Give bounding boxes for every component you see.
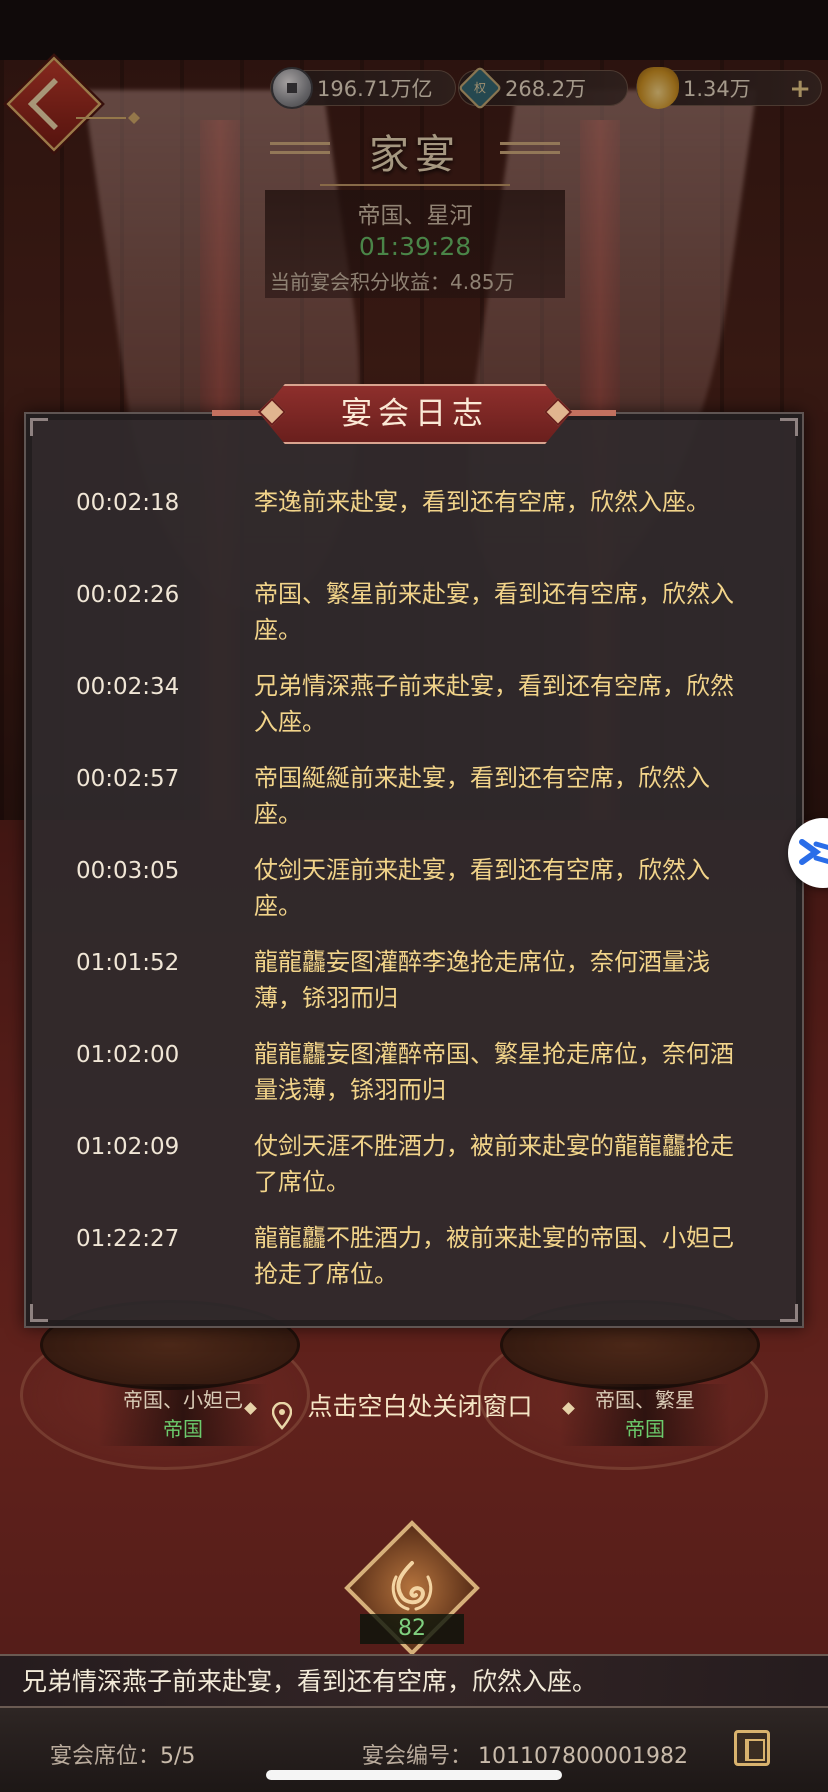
log-time: 00:03:05	[76, 858, 180, 884]
log-entry: 01:02:09 仗剑天涯不胜酒力，被前来赴宴的龍龍龘抢走了席位。	[76, 1128, 776, 1220]
log-entry: 00:02:57 帝国綖綖前来赴宴，看到还有空席，欣然入座。	[76, 760, 776, 852]
log-text: 龍龍龘妄图灌醉帝国、繁星抢走席位，奈何酒量浅薄，铩羽而归	[254, 1040, 734, 1104]
log-text: 龍龍龘妄图灌醉李逸抢走席位，奈何酒量浅薄，铩羽而归	[254, 948, 710, 1012]
log-text: 龍龍龘不胜酒力，被前来赴宴的帝国、小妲己抢走了席位。	[254, 1224, 734, 1288]
log-time: 00:02:34	[76, 674, 180, 700]
log-text: 帝国、繁星前来赴宴，看到还有空席，欣然入座。	[254, 580, 734, 644]
log-entry: 00:02:26 帝国、繁星前来赴宴，看到还有空席，欣然入座。	[76, 576, 776, 668]
log-list[interactable]: 00:02:18 李逸前来赴宴，看到还有空席，欣然入座。 00:02:26 帝国…	[76, 484, 776, 1312]
corner-ornament	[780, 1304, 798, 1322]
log-entry: 01:02:00 龍龍龘妄图灌醉帝国、繁星抢走席位，奈何酒量浅薄，铩羽而归	[76, 1036, 776, 1128]
seat-count-value: 5/5	[160, 1744, 196, 1769]
dialog-title: 宴会日志	[260, 384, 570, 444]
seat-player-name: 帝国、小妲己	[123, 1388, 243, 1412]
home-indicator[interactable]	[266, 1770, 562, 1780]
log-text: 李逸前来赴宴，看到还有空席，欣然入座。	[254, 488, 710, 516]
log-time: 01:02:09	[76, 1134, 180, 1160]
seat-player-name: 帝国、繁星	[595, 1388, 695, 1412]
banquet-code: 宴会编号： 101107800001982	[362, 1738, 688, 1770]
flame-swirl-icon	[391, 1561, 433, 1611]
log-entry: 00:02:18 李逸前来赴宴，看到还有空席，欣然入座。	[76, 484, 776, 576]
log-time: 01:22:27	[76, 1226, 180, 1252]
seat-label-left[interactable]: 帝国、小妲己 帝国	[98, 1384, 268, 1446]
assistant-icon	[799, 839, 828, 865]
log-time: 00:02:26	[76, 582, 180, 608]
banquet-code-label: 宴会编号：	[362, 1744, 473, 1769]
corner-ornament	[780, 418, 798, 436]
close-window-hint[interactable]: 点击空白处关闭窗口	[260, 1390, 580, 1424]
log-time: 01:01:52	[76, 950, 180, 976]
news-ticker: 兄弟情深燕子前来赴宴，看到还有空席，欣然入座。	[22, 1667, 598, 1696]
seat-label-right[interactable]: 帝国、繁星 帝国	[560, 1384, 730, 1446]
log-time: 00:02:18	[76, 490, 180, 516]
corner-ornament	[30, 418, 48, 436]
log-text: 仗剑天涯前来赴宴，看到还有空席，欣然入座。	[254, 856, 710, 920]
log-time: 01:02:00	[76, 1042, 180, 1068]
seat-count-label: 宴会席位：	[50, 1744, 161, 1769]
log-time: 00:02:57	[76, 766, 180, 792]
log-text: 帝国綖綖前来赴宴，看到还有空席，欣然入座。	[254, 764, 710, 828]
log-text: 兄弟情深燕子前来赴宴，看到还有空席，欣然入座。	[254, 672, 734, 736]
corner-ornament	[30, 1304, 48, 1322]
log-entry: 00:02:34 兄弟情深燕子前来赴宴，看到还有空席，欣然入座。	[76, 668, 776, 760]
seat-count: 宴会席位：5/5	[50, 1738, 195, 1770]
log-entry: 01:01:52 龍龍龘妄图灌醉李逸抢走席位，奈何酒量浅薄，铩羽而归	[76, 944, 776, 1036]
seat-player-group: 帝国	[625, 1417, 665, 1441]
log-text: 仗剑天涯不胜酒力，被前来赴宴的龍龍龘抢走了席位。	[254, 1132, 734, 1196]
copy-code-book-icon[interactable]	[734, 1730, 770, 1766]
banquet-code-value: 101107800001982	[478, 1744, 688, 1769]
log-entry: 00:03:05 仗剑天涯前来赴宴，看到还有空席，欣然入座。	[76, 852, 776, 944]
seat-player-group: 帝国	[163, 1417, 203, 1441]
log-entry: 01:22:27 龍龍龘不胜酒力，被前来赴宴的帝国、小妲己抢走了席位。	[76, 1220, 776, 1312]
emblem-count: 82	[360, 1614, 464, 1644]
